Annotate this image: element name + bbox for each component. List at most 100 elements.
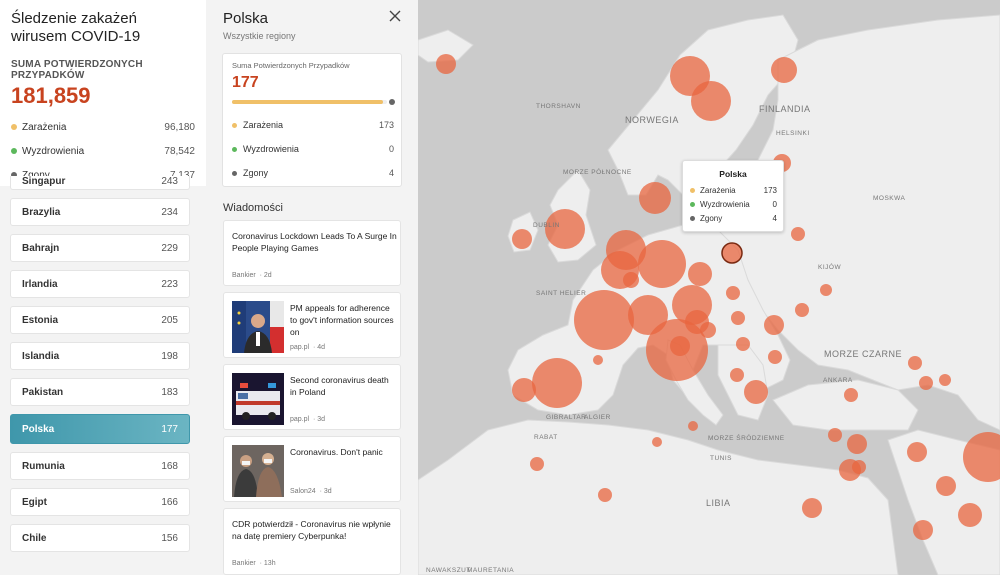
- news-source: Bankier: [232, 272, 256, 279]
- case-bubble[interactable]: [598, 488, 612, 502]
- country-count: 156: [161, 532, 178, 544]
- case-bubble[interactable]: [828, 428, 842, 442]
- card-row-value: 4: [388, 168, 394, 178]
- news-card[interactable]: CDR potwierdził - Coronavirus nie wpłyni…: [223, 508, 401, 575]
- case-bubble[interactable]: [436, 54, 456, 74]
- case-bubble[interactable]: [691, 81, 731, 121]
- case-bubble[interactable]: [670, 336, 690, 356]
- case-bubble[interactable]: [768, 350, 782, 364]
- case-bubble[interactable]: [512, 229, 532, 249]
- case-bubble[interactable]: [623, 272, 639, 288]
- case-bubble[interactable]: [593, 355, 603, 365]
- country-item-chile[interactable]: Chile 156: [10, 524, 190, 552]
- country-item-singapur[interactable]: Singapur 243: [10, 176, 190, 190]
- card-row-recovered: Wyzdrowienia 0: [232, 144, 394, 154]
- map-label: LIBIA: [706, 498, 731, 508]
- case-bubble[interactable]: [721, 242, 743, 264]
- country-item-brazylia[interactable]: Brazylia 234: [10, 198, 190, 226]
- case-bubble[interactable]: [907, 442, 927, 462]
- case-bubble[interactable]: [802, 498, 822, 518]
- news-age: 3d: [323, 488, 332, 495]
- case-bubble[interactable]: [530, 457, 544, 471]
- case-bubble[interactable]: [688, 421, 698, 431]
- news-card[interactable]: Second coronavirus death in Poland pap.p…: [223, 364, 401, 430]
- case-bubble[interactable]: [936, 476, 956, 496]
- country-name: Chile: [22, 532, 47, 544]
- case-bubble[interactable]: [939, 374, 951, 386]
- news-card[interactable]: Coronavirus. Don't panic Salon24 · 3d: [223, 436, 401, 502]
- country-list[interactable]: Singapur 243 Brazylia 234 Bahrajn 229 Irlan…: [10, 176, 190, 560]
- total-cases-value: 181,859: [11, 83, 91, 108]
- case-bubble[interactable]: [919, 376, 933, 390]
- news-card[interactable]: Coronavirus Lockdown Leads To A Surge In…: [223, 220, 401, 286]
- card-row-label: Zgony: [243, 168, 269, 178]
- recovered-dot-icon: [232, 146, 237, 152]
- case-bubble[interactable]: [908, 356, 922, 370]
- map-label: Dublin: [533, 222, 560, 229]
- case-bubble[interactable]: [639, 182, 671, 214]
- country-name: Bahrajn: [22, 242, 60, 254]
- country-item-pakistan[interactable]: Pakistan 183: [10, 378, 190, 406]
- case-bubble[interactable]: [771, 57, 797, 83]
- case-bubble[interactable]: [700, 322, 716, 338]
- news-card[interactable]: PM appeals for adherence to gov't inform…: [223, 292, 401, 358]
- deaths-dot-icon: [690, 216, 695, 221]
- case-bubble[interactable]: [736, 337, 750, 351]
- total-cases-label: SUMA POTWIERDZONYCH PRZYPADKÓW: [11, 59, 143, 81]
- progress-end-dot-icon: [389, 99, 395, 105]
- case-bubble[interactable]: [844, 388, 858, 402]
- cases-progress-bar: [232, 100, 387, 104]
- card-row-value: 173: [378, 120, 394, 130]
- case-bubble[interactable]: [532, 358, 582, 408]
- case-bubble[interactable]: [820, 284, 832, 296]
- case-bubble[interactable]: [731, 311, 745, 325]
- case-bubble[interactable]: [791, 227, 805, 241]
- stat-row-infected: Zarażenia 96,180: [11, 115, 195, 139]
- close-icon[interactable]: [387, 8, 403, 24]
- news-title[interactable]: Second coronavirus death in Poland: [290, 374, 396, 398]
- case-bubble[interactable]: [795, 303, 809, 317]
- case-bubble[interactable]: [512, 378, 536, 402]
- country-item-rumunia[interactable]: Rumunia 168: [10, 452, 190, 480]
- country-stats-card: Suma Potwierdzonych Przypadków 177 Zaraż…: [222, 53, 402, 187]
- country-item-polska[interactable]: Polska 177: [10, 414, 190, 444]
- country-item-egipt[interactable]: Egipt 166: [10, 488, 190, 516]
- news-age: 13h: [263, 560, 276, 567]
- news-title[interactable]: Coronavirus. Don't panic: [290, 446, 396, 458]
- card-value: 177: [232, 74, 259, 91]
- case-bubble[interactable]: [852, 460, 866, 474]
- news-thumbnail-ambulance-image: [232, 373, 284, 425]
- news-title[interactable]: CDR potwierdził - Coronavirus nie wpłyni…: [232, 518, 398, 542]
- country-item-bahrajn[interactable]: Bahrajn 229: [10, 234, 190, 262]
- map-label: Moskwa: [873, 195, 906, 202]
- case-bubble[interactable]: [574, 290, 634, 350]
- country-item-irlandia[interactable]: Irlandia 223: [10, 270, 190, 298]
- case-bubble[interactable]: [688, 262, 712, 286]
- case-bubble[interactable]: [764, 315, 784, 335]
- case-bubble[interactable]: [726, 286, 740, 300]
- tooltip-row-label: Wyzdrowienia: [700, 200, 750, 209]
- country-name: Rumunia: [22, 460, 65, 472]
- map-label: Morze Czarne: [824, 349, 902, 359]
- case-bubble[interactable]: [913, 520, 933, 540]
- world-map[interactable]: Thorshavn NORWEGIA FINLANDIA Helsinki Mo…: [418, 0, 1000, 575]
- news-meta: Bankier · 13h: [232, 560, 276, 567]
- recovered-dot-icon: [690, 202, 695, 207]
- card-row-deaths: Zgony 4: [232, 168, 394, 178]
- news-title[interactable]: Coronavirus Lockdown Leads To A Surge In…: [232, 230, 398, 254]
- stat-label: Zarażenia: [22, 121, 67, 133]
- country-item-estonia[interactable]: Estonia 205: [10, 306, 190, 334]
- map-label: Saint Helier: [536, 290, 587, 297]
- map-label: Ankara: [823, 377, 853, 384]
- news-title[interactable]: PM appeals for adherence to gov't inform…: [290, 302, 396, 338]
- case-bubble[interactable]: [638, 240, 686, 288]
- news-age: 4d: [317, 344, 326, 351]
- case-bubble[interactable]: [730, 368, 744, 382]
- case-bubble[interactable]: [652, 437, 662, 447]
- case-bubble[interactable]: [545, 209, 585, 249]
- country-item-islandia[interactable]: Islandia 198: [10, 342, 190, 370]
- case-bubble[interactable]: [847, 434, 867, 454]
- case-bubble[interactable]: [958, 503, 982, 527]
- news-source: Bankier: [232, 560, 256, 567]
- case-bubble[interactable]: [744, 380, 768, 404]
